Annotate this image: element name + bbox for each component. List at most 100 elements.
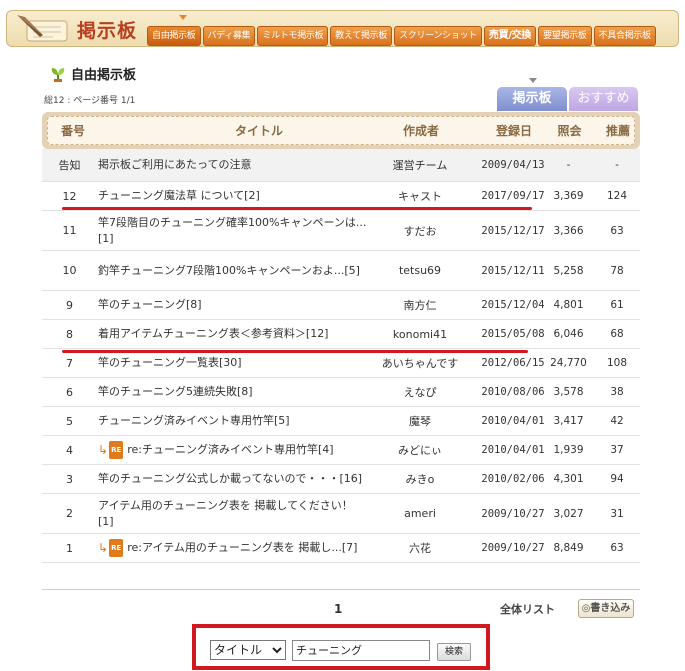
tab-screenshot[interactable]: スクリーンショット bbox=[394, 26, 482, 46]
post-number: 告知 bbox=[58, 159, 81, 172]
post-title-cell: 竿のチューニング[8] bbox=[98, 291, 368, 319]
post-title-cell: 掲示板ご利用にあたっての注意 bbox=[98, 149, 368, 181]
header-votes: 推薦 bbox=[605, 124, 630, 138]
post-title-cell: 釣竿チューニング7段階100%キャンペーンおよ...[5] bbox=[98, 251, 368, 290]
post-title-link[interactable]: 竿のチューニング公式しか載ってないので・・・[16] bbox=[98, 471, 362, 487]
post-title-link[interactable]: チューニング魔法草 について[2] bbox=[98, 188, 260, 204]
search-field-select[interactable]: タイトル bbox=[210, 640, 286, 660]
post-title-link[interactable]: チューニング済みイベント専用竹竿[5] bbox=[98, 413, 290, 429]
top-navigation: 掲示板 自由掲示板 バディ募集 ミルトモ掲示板 教えて掲示板 スクリーンショット… bbox=[6, 10, 679, 47]
divider bbox=[42, 589, 640, 590]
post-author: 魔琴 bbox=[409, 415, 431, 428]
post-views: 4,301 bbox=[553, 473, 584, 485]
tab-free-board[interactable]: 自由掲示板 bbox=[147, 26, 201, 46]
post-votes: 38 bbox=[610, 386, 624, 398]
post-views: 8,849 bbox=[553, 542, 584, 554]
table-row: 2 アイテム用のチューニング表を 掲載してください！[1] ameri 2009/10… bbox=[42, 494, 640, 534]
table-row: 3 竿のチューニング公式しか載ってないので・・・[16] みきo 2010/02/06… bbox=[42, 465, 640, 494]
post-author: えなぴ bbox=[403, 386, 437, 399]
post-title-link[interactable]: アイテム用のチューニング表を 掲載してください！[1] bbox=[98, 498, 368, 530]
post-views: 6,046 bbox=[553, 328, 584, 340]
post-number: 9 bbox=[66, 298, 73, 312]
post-votes: 94 bbox=[610, 473, 624, 485]
post-title-link[interactable]: 掲示板ご利用にあたっての注意 bbox=[98, 157, 251, 173]
view-tab-recommended[interactable]: おすすめ bbox=[569, 87, 638, 111]
all-list-link[interactable]: 全体リスト bbox=[500, 601, 555, 617]
search-field-value: タイトル bbox=[214, 643, 263, 657]
post-views: 3,366 bbox=[553, 224, 584, 237]
post-number: 10 bbox=[62, 264, 77, 277]
post-author: 南方仁 bbox=[403, 299, 437, 312]
post-title-link[interactable]: 竿のチューニング一覧表[30] bbox=[98, 355, 242, 371]
post-number: 7 bbox=[66, 356, 73, 370]
header-author: 作成者 bbox=[402, 124, 439, 138]
post-votes: 124 bbox=[606, 190, 628, 202]
chevron-down-icon bbox=[272, 647, 282, 654]
post-views: - bbox=[566, 159, 571, 171]
view-tab-board[interactable]: 掲示板 bbox=[497, 87, 567, 111]
post-number: 4 bbox=[66, 443, 73, 457]
post-title-link[interactable]: 着用アイテムチューニング表＜参考資料＞[12] bbox=[98, 326, 328, 342]
search-area: タイトル チューニング 検索 bbox=[192, 624, 490, 670]
view-tab-marker-icon bbox=[529, 78, 537, 83]
post-title-link[interactable]: re:チューニング済みイベント専用竹竿[4] bbox=[127, 442, 333, 458]
page-title: 自由掲示板 bbox=[50, 64, 136, 83]
post-title-link[interactable]: 竿のチューニング5連続失敗[8] bbox=[98, 384, 253, 400]
tab-qa[interactable]: 教えて掲示板 bbox=[330, 26, 393, 46]
reply-arrow-icon: ↳ bbox=[98, 443, 109, 457]
post-number: 1 bbox=[66, 541, 73, 555]
table-row: 8 着用アイテムチューニング表＜参考資料＞[12] konomi41 2015/05/… bbox=[42, 320, 640, 349]
post-votes: 68 bbox=[610, 328, 624, 340]
post-views: 3,027 bbox=[553, 507, 584, 520]
tab-trade[interactable]: 売買/交換 bbox=[483, 26, 537, 46]
table-row: 10 釣竿チューニング7段階100%キャンペーンおよ...[5] tetsu69 20… bbox=[42, 251, 640, 291]
reply-arrow-icon: ↳ bbox=[98, 541, 109, 555]
brand-title: 掲示板 bbox=[77, 19, 138, 42]
table-row: 4 ↳ RE re:チューニング済みイベント専用竹竿[4] みどにぃ 2010/04/01… bbox=[42, 436, 640, 465]
post-title-link[interactable]: 釣竿チューニング7段階100%キャンペーンおよ...[5] bbox=[98, 263, 360, 279]
tab-buddy[interactable]: バディ募集 bbox=[202, 26, 256, 46]
post-views: 24,770 bbox=[550, 357, 587, 369]
post-title-cell: 竿のチューニング一覧表[30] bbox=[98, 349, 368, 377]
post-author: 六花 bbox=[409, 542, 431, 555]
quill-scroll-icon bbox=[17, 15, 68, 42]
post-views: 1,939 bbox=[553, 444, 584, 456]
post-title-cell: チューニング済みイベント専用竹竿[5] bbox=[98, 407, 368, 435]
write-post-button[interactable]: ◎書き込み bbox=[578, 599, 634, 618]
post-number: 5 bbox=[66, 414, 73, 428]
table-header: 番号 タイトル 作成者 登録日 照会 推薦 bbox=[42, 112, 640, 149]
table-row: 1 ↳ RE re:アイテム用のチューニング表を 掲載し...[7] 六花 2009/10… bbox=[42, 534, 640, 563]
post-votes: 37 bbox=[610, 444, 624, 456]
post-votes: - bbox=[615, 159, 619, 171]
tab-bug[interactable]: 不具合掲示板 bbox=[593, 26, 656, 46]
reply-badge: RE bbox=[109, 539, 124, 557]
post-title-link[interactable]: 竿のチューニング[8] bbox=[98, 297, 202, 313]
reply-icon: ↳ RE bbox=[98, 539, 124, 557]
header-number: 番号 bbox=[60, 124, 85, 138]
highlight-underline bbox=[62, 350, 528, 353]
tab-request[interactable]: 要望掲示板 bbox=[538, 26, 592, 46]
post-votes: 78 bbox=[610, 264, 624, 277]
post-votes: 61 bbox=[610, 299, 624, 311]
search-button[interactable]: 検索 bbox=[437, 643, 471, 661]
post-votes: 63 bbox=[610, 542, 624, 554]
pagination-page[interactable]: 1 bbox=[334, 602, 342, 616]
brand[interactable]: 掲示板 bbox=[13, 13, 137, 45]
post-views: 4,801 bbox=[553, 299, 584, 311]
tab-miltomo[interactable]: ミルトモ掲示板 bbox=[257, 26, 329, 46]
post-list: 告知 掲示板ご利用にあたっての注意 運営チーム 2009/04/13- -12 チューニン… bbox=[42, 149, 640, 563]
post-author: 運営チーム bbox=[392, 159, 448, 172]
post-views: 3,417 bbox=[553, 415, 584, 427]
post-title-cell: ↳ RE re:チューニング済みイベント専用竹竿[4] bbox=[98, 436, 368, 464]
post-number: 11 bbox=[62, 224, 77, 237]
search-input[interactable]: チューニング bbox=[292, 640, 430, 661]
active-tab-marker-icon bbox=[179, 15, 187, 20]
post-number: 8 bbox=[66, 327, 73, 341]
board-title: 自由掲示板 bbox=[71, 68, 137, 83]
highlight-underline bbox=[62, 207, 532, 210]
post-author: キャスト bbox=[398, 190, 442, 203]
post-number: 6 bbox=[66, 385, 73, 399]
post-title-link[interactable]: 竿7段階目のチューニング確率100%キャンペーンは...[1] bbox=[98, 215, 368, 247]
post-title-link[interactable]: re:アイテム用のチューニング表を 掲載し...[7] bbox=[127, 540, 357, 556]
table-row: 5 チューニング済みイベント専用竹竿[5] 魔琴 2010/04/01 3,417 42 bbox=[42, 407, 640, 436]
